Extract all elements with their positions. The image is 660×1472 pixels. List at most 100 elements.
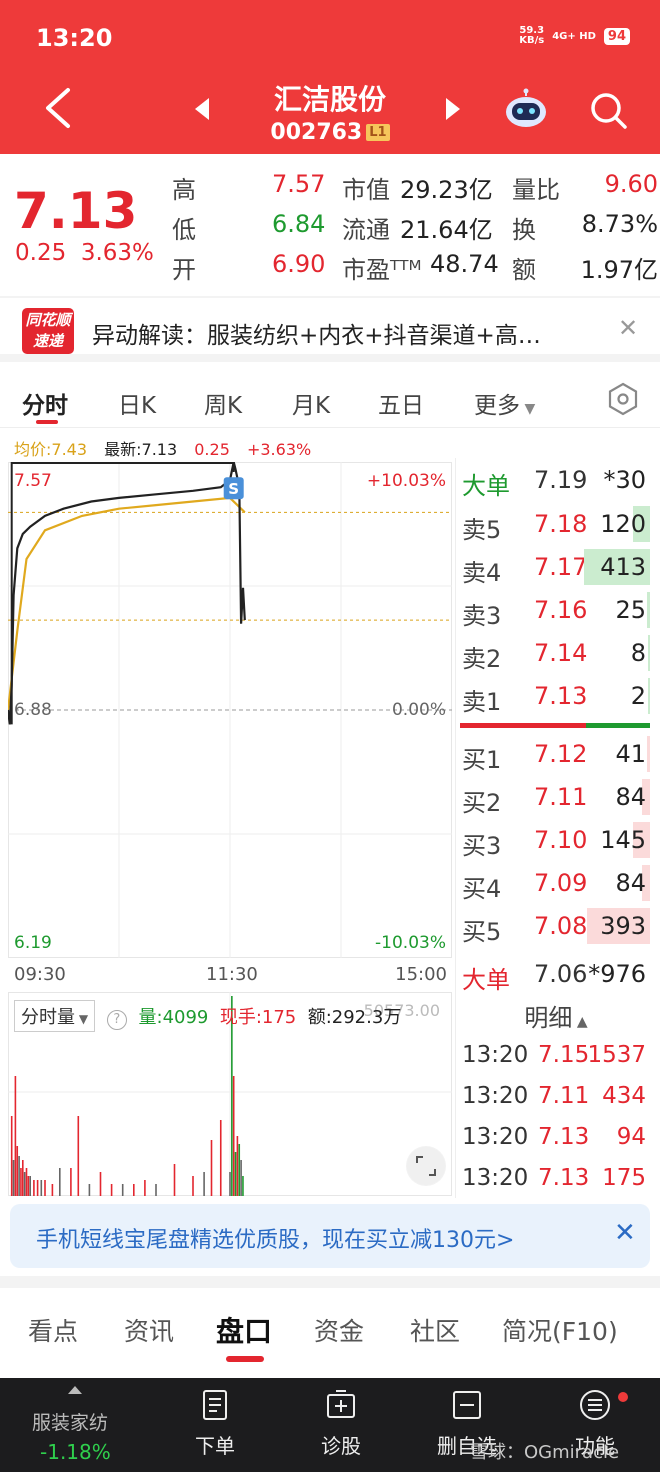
book-label: 卖3 [462, 602, 502, 630]
sell-level-row[interactable]: 卖1 7.13 2 [456, 676, 656, 716]
caret-up-icon: ▲ [572, 1014, 588, 1030]
robot-assistant-icon[interactable] [503, 88, 549, 130]
next-stock-icon[interactable] [446, 98, 460, 120]
book-price: 7.13 [534, 682, 588, 710]
sell-level-row[interactable]: 卖4 7.17 413 [456, 547, 656, 587]
tab-community[interactable]: 社区 [410, 1312, 460, 1348]
intraday-chart[interactable]: S 7.57 +10.03% 6.88 0.00% 6.19 -10.03% [8, 462, 452, 958]
chart-info-line: 均价:7.43 最新:7.13 0.25 +3.63% [14, 436, 323, 460]
volume-bar [133, 1184, 135, 1196]
tab-profile-f10[interactable]: 简况(F10) [502, 1312, 618, 1348]
book-price: 7.09 [534, 869, 588, 897]
tab-daily-k[interactable]: 日K [118, 386, 156, 420]
mid-pct-label: 0.00% [392, 700, 446, 720]
buy-level-row[interactable]: 买4 7.09 84 [456, 863, 656, 903]
order-label: 下单 [195, 1434, 235, 1458]
diagnose-button[interactable]: 诊股 [296, 1388, 386, 1459]
book-price: 7.06 [534, 960, 588, 988]
book-price: 7.12 [534, 740, 588, 768]
big-sell-order-row[interactable]: 大单 7.19 *30 [456, 460, 656, 500]
buy-level-row[interactable]: 买1 7.12 41 [456, 734, 656, 774]
volume-now: 现手:175 [219, 1007, 297, 1028]
sector-name[interactable]: 服装家纺 [32, 1408, 108, 1435]
volume-bar [203, 1172, 205, 1196]
buy-level-row[interactable]: 买5 7.08 393 [456, 906, 656, 946]
buy-level-row[interactable]: 买3 7.10 145 [456, 820, 656, 860]
volume-bar [110, 1184, 113, 1196]
depth-bar [647, 736, 650, 772]
info-tabs: 看点 资讯 盘口 资金 社区 简况(F10) [0, 1288, 660, 1378]
volratio-label: 量比 [512, 176, 560, 204]
level-badge: L1 [366, 124, 390, 141]
trade-row: 13:20 7.13 175 [456, 1161, 656, 1201]
tab-highlights[interactable]: 看点 [28, 1312, 78, 1348]
trade-price: 7.15 [538, 1042, 590, 1068]
book-label: 大单 [462, 472, 510, 500]
section-separator [0, 1276, 660, 1288]
book-volume: 120 [600, 510, 646, 538]
tab-monthly-k[interactable]: 月K [292, 386, 330, 420]
bottom-price-label: 6.19 [14, 933, 52, 953]
sell-level-row[interactable]: 卖3 7.16 25 [456, 590, 656, 630]
book-divider-sell [460, 723, 586, 728]
volume-bar [33, 1180, 35, 1196]
tab-orderbook[interactable]: 盘口 [216, 1310, 272, 1350]
volume-bar [12, 1160, 15, 1196]
sell-level-row[interactable]: 卖2 7.14 8 [456, 633, 656, 673]
detail-label: 明细 [524, 1004, 573, 1032]
sell-marker[interactable]: S [223, 477, 244, 500]
sector-change: -1.18% [40, 1440, 111, 1464]
volume-bar [121, 1184, 124, 1196]
top-price-label: 7.57 [14, 471, 52, 491]
chart-tabs: 分时 日K 周K 月K 五日 更多 ▼ [0, 372, 660, 428]
price-change: 0.25 3.63% [15, 240, 154, 266]
net-speed: 59.3 KB/s [519, 26, 544, 46]
chevron-up-icon[interactable] [68, 1386, 82, 1394]
promo-text[interactable]: 手机短线宝尾盘精选优质股，现在买立减130元> [36, 1222, 514, 1254]
book-volume: 84 [615, 869, 646, 897]
sell-level-row[interactable]: 卖5 7.18 120 [456, 504, 656, 544]
watermark: 雪球：OGmiracle [470, 1442, 620, 1463]
volume-bar [25, 1168, 28, 1196]
tab-funds[interactable]: 资金 [314, 1312, 364, 1348]
volume-bar [210, 1140, 213, 1196]
bottom-toolbar: 服装家纺 -1.18% 下单 诊股 删自选 功能 雪球：OGmiracle [0, 1378, 660, 1472]
book-divider-buy [586, 723, 650, 728]
time-axis: 09:30 11:30 15:00 [0, 962, 455, 986]
tab-five-day[interactable]: 五日 [378, 386, 424, 420]
search-icon[interactable] [588, 90, 628, 130]
volume-bar [14, 1076, 17, 1196]
expand-icon[interactable] [406, 1146, 446, 1186]
order-button[interactable]: 下单 [170, 1388, 260, 1459]
hexagon-settings-icon[interactable] [606, 382, 640, 416]
change-percent: 3.63% [80, 240, 154, 266]
volume-bar [232, 1076, 235, 1196]
book-volume: *976 [588, 960, 646, 988]
close-icon[interactable]: ✕ [618, 314, 638, 342]
tab-more[interactable]: 更多 ▼ [474, 386, 535, 420]
alert-text[interactable]: 异动解读：服装纺织+内衣+抖音渠道+高… [92, 316, 602, 350]
volume-type-select[interactable]: 分时量 ▼ [14, 1000, 96, 1032]
volume-bar [16, 1146, 19, 1196]
alert-banner[interactable]: 同花顺 速递 异动解读：服装纺织+内衣+抖音渠道+高… ✕ [0, 296, 660, 362]
volume-bar [88, 1184, 91, 1196]
big-buy-order-row[interactable]: 大单 7.06 *976 [456, 954, 656, 994]
close-icon[interactable]: ✕ [614, 1218, 636, 1248]
tab-intraday[interactable]: 分时 [22, 386, 68, 420]
turnover-value: 8.73% [581, 210, 658, 238]
avg-price: 均价:7.43 [14, 440, 88, 459]
help-icon[interactable]: ? [106, 1010, 127, 1030]
latest-price: 最新:7.13 [104, 440, 178, 459]
tab-news[interactable]: 资讯 [124, 1312, 174, 1348]
volume-bar [27, 1176, 30, 1196]
tab-weekly-k[interactable]: 周K [204, 386, 242, 420]
sell-marker-label: S [228, 480, 239, 498]
book-label: 大单 [462, 966, 510, 994]
trade-detail-header[interactable]: 明细 ▲ [456, 998, 656, 1033]
trade-volume: 434 [602, 1083, 646, 1109]
volume-bar [144, 1180, 146, 1196]
promo-banner[interactable]: 手机短线宝尾盘精选优质股，现在买立减130元> ✕ [10, 1204, 650, 1268]
buy-level-row[interactable]: 买2 7.11 84 [456, 777, 656, 817]
trade-time: 13:20 [462, 1042, 529, 1068]
volume-bar [23, 1172, 26, 1196]
